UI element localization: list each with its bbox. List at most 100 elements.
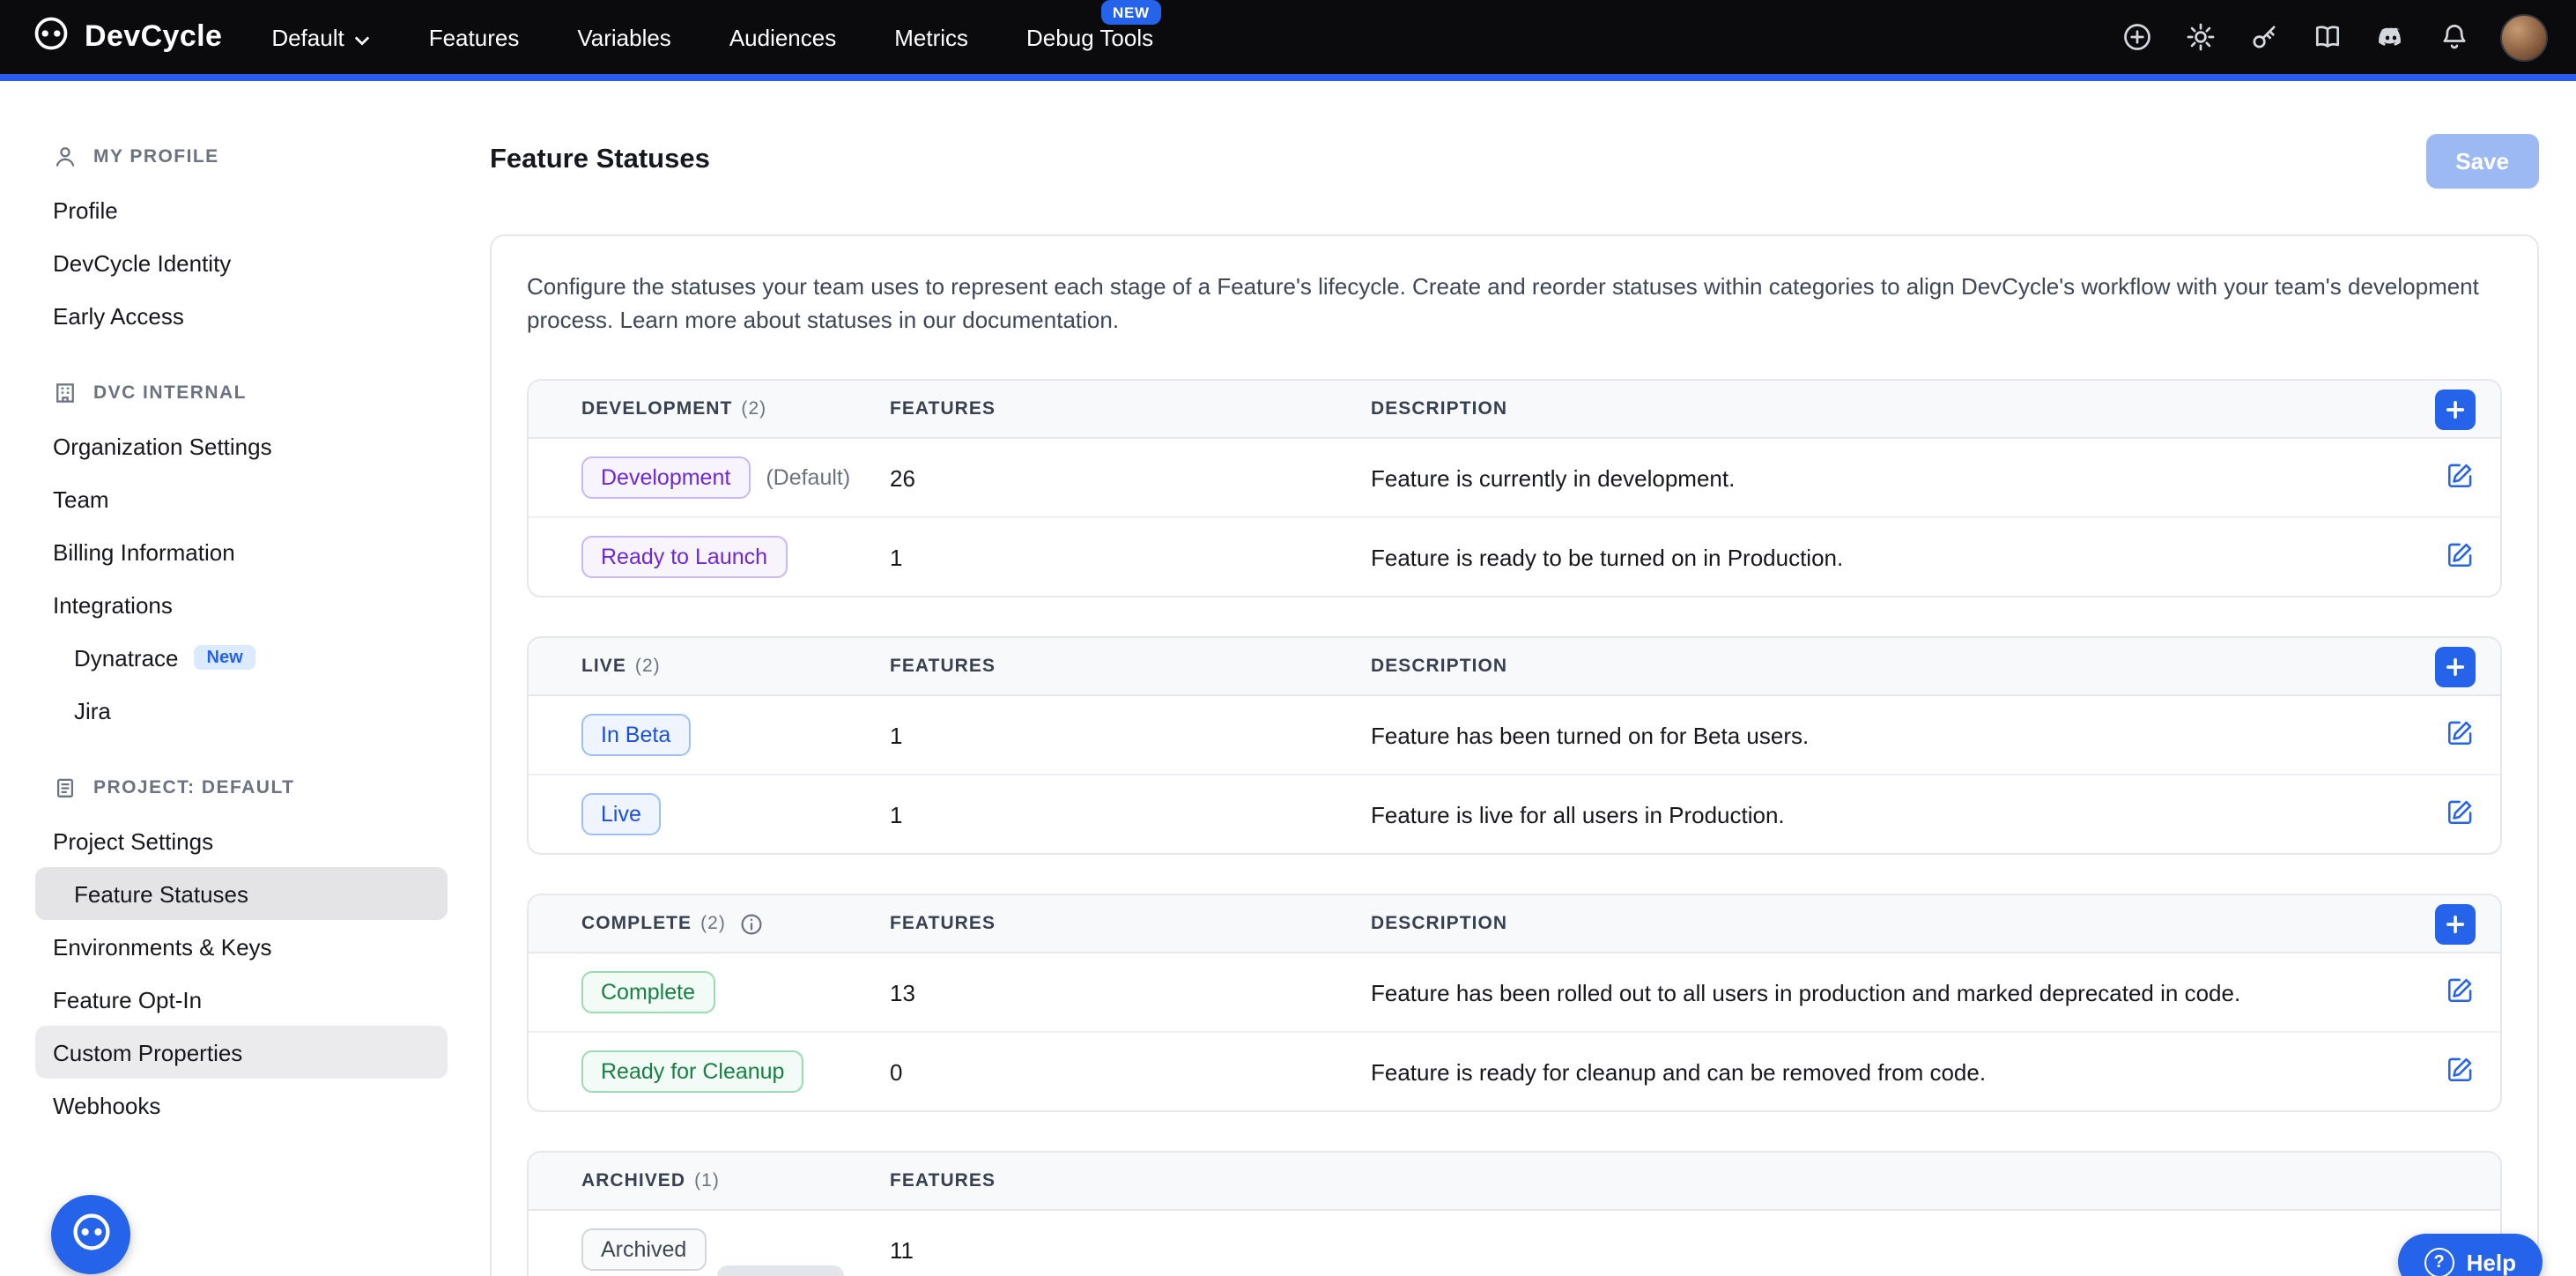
- settings-sidebar: MY PROFILEProfileDevCycle IdentityEarly …: [0, 81, 455, 1276]
- add-status-button[interactable]: [2435, 647, 2476, 687]
- group-header-row: LIVE(2)FEATURESDESCRIPTION: [529, 639, 2500, 697]
- edit-status-button[interactable]: [2446, 1055, 2476, 1090]
- features-column-header: FEATURES: [890, 1171, 1371, 1192]
- sidebar-item-custom-properties[interactable]: Custom Properties: [35, 1026, 448, 1079]
- sidebar-item-early-access[interactable]: Early Access: [35, 289, 448, 342]
- new-badge: New: [195, 645, 255, 670]
- sidebar-item-team[interactable]: Team: [35, 472, 448, 525]
- main-content: Feature Statuses Save Configure the stat…: [455, 81, 2576, 1276]
- discord-icon[interactable]: [2373, 20, 2407, 54]
- group-count: (2): [700, 914, 726, 935]
- page-title: Feature Statuses: [490, 145, 710, 177]
- edit-status-button[interactable]: [2446, 718, 2476, 753]
- feature-count: 0: [890, 1059, 1371, 1086]
- devcycle-logo[interactable]: DevCycle: [32, 13, 222, 61]
- edit-pencil-icon: [2446, 461, 2476, 496]
- status-badge: Live: [581, 794, 661, 836]
- project-selector-dropdown[interactable]: Default: [271, 24, 370, 50]
- key-icon[interactable]: [2247, 20, 2280, 54]
- book-icon[interactable]: [2310, 20, 2343, 54]
- bell-icon[interactable]: [2437, 20, 2470, 54]
- feature-count: 13: [890, 980, 1371, 1006]
- sidebar-item-billing-information[interactable]: Billing Information: [35, 525, 448, 578]
- sidebar-item-devcycle-identity[interactable]: DevCycle Identity: [35, 236, 448, 289]
- status-groups: DEVELOPMENT(2)FEATURESDESCRIPTIONDevelop…: [527, 380, 2502, 1276]
- devcycle-logo-icon: [32, 13, 70, 61]
- status-badge: Development: [581, 457, 750, 500]
- status-description: Feature is currently in development.: [1371, 465, 2398, 492]
- status-row-live: Live 1Feature is live for all users in Pr…: [529, 776, 2500, 854]
- feature-count: 1: [890, 802, 1371, 828]
- chevron-down-icon: [355, 24, 371, 50]
- edit-pencil-icon: [2446, 540, 2476, 575]
- status-description: Feature is ready to be turned on in Prod…: [1371, 545, 2398, 571]
- sidebar-item-environments-keys[interactable]: Environments & Keys: [35, 920, 448, 973]
- info-icon[interactable]: [740, 913, 763, 936]
- create-icon[interactable]: [2120, 20, 2153, 54]
- edit-status-button[interactable]: [2446, 976, 2476, 1011]
- feature-count: 1: [890, 545, 1371, 571]
- add-status-button[interactable]: [2435, 389, 2476, 430]
- nav-variables[interactable]: Variables: [577, 24, 670, 50]
- brand-name: DevCycle: [85, 19, 222, 55]
- building-icon: [53, 381, 78, 405]
- sidebar-item-organization-settings[interactable]: Organization Settings: [35, 419, 448, 472]
- group-title: COMPLETE(2): [581, 913, 890, 936]
- features-column-header: FEATURES: [890, 657, 1371, 678]
- status-group-complete: COMPLETE(2)FEATURESDESCRIPTIONComplete13…: [527, 894, 2502, 1113]
- nav-features[interactable]: Features: [429, 24, 520, 50]
- sidebar-item-profile[interactable]: Profile: [35, 183, 448, 236]
- sidebar-sections: MY PROFILEProfileDevCycle IdentityEarly …: [0, 130, 455, 1131]
- features-column-header: FEATURES: [890, 399, 1371, 420]
- feature-count: 11: [890, 1237, 1371, 1264]
- devcycle-assistant-button[interactable]: [51, 1195, 130, 1274]
- help-button[interactable]: ? Help: [2398, 1234, 2543, 1276]
- edit-status-button[interactable]: [2446, 798, 2476, 833]
- status-description: Feature has been turned on for Beta user…: [1371, 723, 2398, 749]
- sidebar-section-header: DVC INTERNAL: [0, 367, 455, 419]
- status-group-development: DEVELOPMENT(2)FEATURESDESCRIPTION Develop…: [527, 380, 2502, 598]
- status-description: Feature is live for all users in Product…: [1371, 802, 2398, 828]
- group-title: ARCHIVED(1): [581, 1171, 890, 1192]
- status-badge: In Beta: [581, 715, 690, 757]
- status-badge: Archived: [581, 1229, 706, 1272]
- edit-pencil-icon: [2446, 976, 2476, 1011]
- app-window: DevCycle Default Features Variables Audi…: [0, 0, 2576, 1276]
- nav-metrics[interactable]: Metrics: [894, 24, 968, 50]
- devcycle-fab-icon: [68, 1209, 114, 1260]
- user-icon: [53, 145, 78, 169]
- group-header-row: DEVELOPMENT(2)FEATURESDESCRIPTION: [529, 382, 2500, 440]
- status-badge: Complete: [581, 972, 714, 1014]
- nav-audiences[interactable]: Audiences: [729, 24, 836, 50]
- group-count: (2): [635, 657, 661, 678]
- description-column-header: DESCRIPTION: [1371, 657, 2398, 678]
- sidebar-item-project-settings[interactable]: Project Settings: [35, 814, 448, 867]
- group-title: DEVELOPMENT(2): [581, 399, 890, 420]
- gear-icon[interactable]: [2183, 20, 2217, 54]
- group-title: LIVE(2): [581, 657, 890, 678]
- feature-count: 26: [890, 465, 1371, 492]
- group-header-row: ARCHIVED(1)FEATURES: [529, 1154, 2500, 1212]
- edit-status-button[interactable]: [2446, 461, 2476, 496]
- status-badge: Ready for Cleanup: [581, 1051, 803, 1094]
- sidebar-item-webhooks[interactable]: Webhooks: [35, 1079, 448, 1131]
- sidebar-item-dynatrace[interactable]: DynatraceNew: [35, 631, 448, 684]
- status-description: Feature is ready for cleanup and can be …: [1371, 1059, 2398, 1086]
- edit-status-button[interactable]: [2446, 540, 2476, 575]
- intro-text: Configure the statuses your team uses to…: [527, 271, 2502, 338]
- project-icon: [53, 775, 78, 800]
- sidebar-item-integrations[interactable]: Integrations: [35, 578, 448, 631]
- sidebar-item-feature-opt-in[interactable]: Feature Opt-In: [35, 973, 448, 1026]
- group-count: (1): [694, 1171, 720, 1192]
- status-badge: Ready to Launch: [581, 537, 787, 579]
- edit-pencil-icon: [2446, 798, 2476, 833]
- user-avatar[interactable]: [2500, 13, 2548, 61]
- status-row-ready-to-launch: Ready to Launch 1Feature is ready to be t…: [529, 519, 2500, 597]
- add-status-button[interactable]: [2435, 904, 2476, 945]
- save-button[interactable]: Save: [2425, 134, 2539, 189]
- status-row-in-beta: In Beta1Feature has been turned on for B…: [529, 697, 2500, 776]
- nav-debug-tools[interactable]: NEW Debug Tools: [1026, 24, 1153, 50]
- sidebar-section-header: MY PROFILE: [0, 130, 455, 183]
- sidebar-item-jira[interactable]: Jira: [35, 684, 448, 737]
- sidebar-item-feature-statuses[interactable]: Feature Statuses: [35, 867, 448, 920]
